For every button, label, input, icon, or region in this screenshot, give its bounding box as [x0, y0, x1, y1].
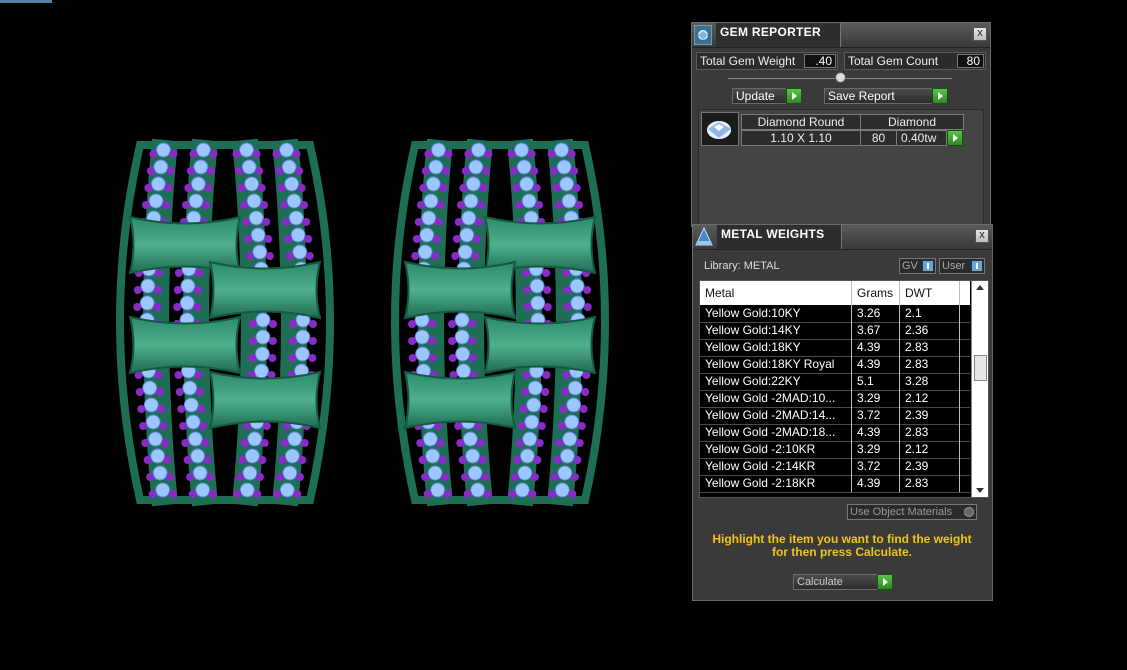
user-toggle[interactable]: User — [939, 258, 985, 274]
metal-weights-icon — [695, 227, 713, 246]
table-row[interactable]: Yellow Gold:14KY 3.67 2.36 — [700, 322, 970, 340]
table-row[interactable]: Yellow Gold -2:14KR 3.72 2.39 — [700, 458, 970, 476]
gem-name-cell: Diamond Round — [741, 114, 861, 130]
cell-dwt: 2.12 — [900, 390, 960, 407]
table-row[interactable]: Yellow Gold -2MAD:14... 3.72 2.39 — [700, 407, 970, 425]
info-icon — [922, 260, 934, 272]
table-row[interactable]: Yellow Gold -2:18KR 4.39 2.83 — [700, 475, 970, 493]
cell-dwt: 2.39 — [900, 458, 960, 475]
gem-list: Diamond Round Diamond 1.10 X 1.10 80 0.4… — [698, 109, 984, 229]
cell-grams: 3.67 — [852, 322, 900, 339]
cell-grams: 3.72 — [852, 458, 900, 475]
close-icon[interactable]: x — [975, 229, 989, 243]
table-row[interactable]: Yellow Gold -2:10KR 3.29 2.12 — [700, 441, 970, 459]
user-toggle-label: User — [942, 260, 966, 272]
table-scrollbar[interactable] — [971, 281, 988, 497]
save-report-button-label: Save Report — [828, 89, 895, 103]
metal-table-header: Metal Grams DWT — [700, 281, 970, 305]
gem-reporter-icon — [694, 25, 712, 45]
cell-grams: 3.26 — [852, 305, 900, 322]
column-header-metal[interactable]: Metal — [700, 281, 852, 305]
column-header-dwt[interactable]: DWT — [900, 281, 960, 305]
gem-size-cell: 1.10 X 1.10 — [741, 130, 861, 146]
cell-dwt: 2.83 — [900, 356, 960, 373]
earring-render — [116, 138, 609, 507]
cell-dwt: 2.1 — [900, 305, 960, 322]
gem-material-cell: Diamond — [860, 114, 964, 130]
info-icon — [971, 260, 983, 272]
cell-grams: 5.1 — [852, 373, 900, 390]
close-icon[interactable]: x — [973, 27, 987, 41]
cell-metal: Yellow Gold:18KY Royal — [700, 356, 852, 373]
gv-toggle[interactable]: GV — [899, 258, 936, 274]
gem-reporter-title: GEM REPORTER — [720, 25, 821, 39]
cell-dwt: 2.83 — [900, 424, 960, 441]
cell-metal: Yellow Gold -2MAD:10... — [700, 390, 852, 407]
cell-grams: 4.39 — [852, 475, 900, 492]
gv-toggle-label: GV — [902, 260, 918, 272]
table-row[interactable]: Yellow Gold:18KY Royal 4.39 2.83 — [700, 356, 970, 374]
gem-reporter-panel: GEM REPORTER x Total Gem Weight .40 Tota… — [691, 22, 991, 229]
update-button-label: Update — [736, 89, 775, 103]
metal-weights-title: METAL WEIGHTS — [721, 227, 825, 241]
cell-metal: Yellow Gold -2:14KR — [700, 458, 852, 475]
cell-grams: 4.39 — [852, 339, 900, 356]
play-icon — [786, 88, 802, 104]
calculate-hint: Highlight the item you want to find the … — [712, 532, 972, 559]
scroll-thumb[interactable] — [974, 355, 987, 381]
total-gem-count-value: 80 — [957, 54, 984, 68]
cell-grams: 3.29 — [852, 441, 900, 458]
play-icon — [877, 574, 893, 590]
collapse-handle-icon[interactable] — [835, 72, 846, 83]
gem-details-button[interactable] — [947, 130, 963, 146]
table-row[interactable]: Yellow Gold -2MAD:18... 4.39 2.83 — [700, 424, 970, 442]
cell-dwt: 3.28 — [900, 373, 960, 390]
gem-thumbnail[interactable] — [701, 112, 739, 146]
scroll-up-icon[interactable] — [972, 281, 988, 295]
play-icon — [932, 88, 948, 104]
gem-weight-cell: 0.40tw — [896, 130, 947, 146]
cell-metal: Yellow Gold -2MAD:18... — [700, 424, 852, 441]
cell-dwt: 2.36 — [900, 322, 960, 339]
total-gem-weight-value: .40 — [804, 54, 836, 68]
cell-metal: Yellow Gold -2:18KR — [700, 475, 852, 492]
library-label: Library: METAL — [704, 260, 780, 272]
cell-dwt: 2.12 — [900, 441, 960, 458]
diamond-icon — [707, 121, 731, 139]
gem-reporter-titlebar[interactable]: GEM REPORTER x — [692, 23, 990, 48]
cell-grams: 3.29 — [852, 390, 900, 407]
table-row[interactable]: Yellow Gold -2MAD:10... 3.29 2.12 — [700, 390, 970, 408]
table-row[interactable]: Yellow Gold:10KY 3.26 2.1 — [700, 305, 970, 323]
radio-icon — [964, 507, 974, 517]
metal-weights-titlebar[interactable]: METAL WEIGHTS x — [693, 225, 992, 250]
cell-metal: Yellow Gold:14KY — [700, 322, 852, 339]
cell-grams: 4.39 — [852, 356, 900, 373]
column-header-grams[interactable]: Grams — [852, 281, 900, 305]
cell-grams: 4.39 — [852, 424, 900, 441]
cell-metal: Yellow Gold -2:10KR — [700, 441, 852, 458]
update-button[interactable]: Update — [732, 88, 802, 104]
metal-weights-panel: METAL WEIGHTS x Library: METAL GV User M… — [692, 224, 993, 601]
table-row[interactable]: Yellow Gold:18KY 4.39 2.83 — [700, 339, 970, 357]
cell-dwt: 2.83 — [900, 475, 960, 492]
calculate-button[interactable]: Calculate — [793, 574, 893, 590]
play-icon — [947, 130, 963, 146]
cell-dwt: 2.83 — [900, 339, 960, 356]
scroll-down-icon[interactable] — [972, 483, 988, 497]
save-report-button[interactable]: Save Report — [824, 88, 948, 104]
table-row[interactable]: Yellow Gold:22KY 5.1 3.28 — [700, 373, 970, 391]
cell-dwt: 2.39 — [900, 407, 960, 424]
use-object-materials-toggle[interactable]: Use Object Materials — [847, 504, 977, 520]
metal-table: Metal Grams DWT Yellow Gold:10KY 3.26 2.1 Y… — [699, 280, 989, 498]
cell-metal: Yellow Gold:10KY — [700, 305, 852, 322]
use-object-materials-label: Use Object Materials — [850, 506, 953, 518]
calculate-button-label: Calculate — [797, 576, 843, 588]
cell-metal: Yellow Gold:22KY — [700, 373, 852, 390]
cell-metal: Yellow Gold -2MAD:14... — [700, 407, 852, 424]
gem-count-cell: 80 — [860, 130, 897, 146]
3d-viewport[interactable] — [0, 0, 690, 670]
cell-grams: 3.72 — [852, 407, 900, 424]
cell-metal: Yellow Gold:18KY — [700, 339, 852, 356]
